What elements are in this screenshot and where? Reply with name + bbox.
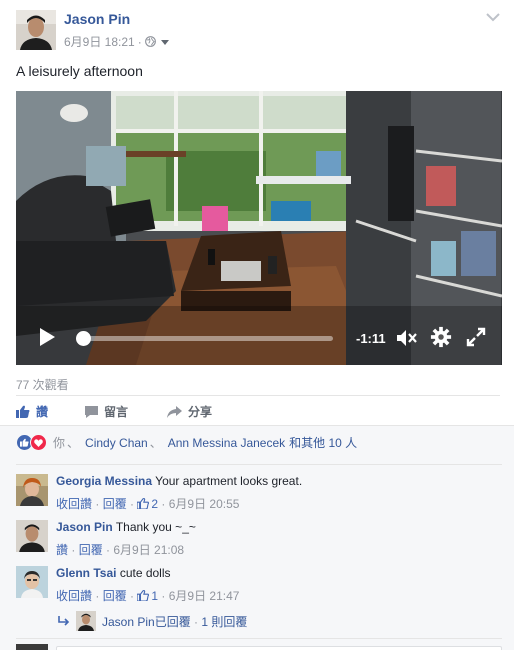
comment-body: Georgia Messina Your apartment looks gre… [56, 474, 302, 488]
reactions-summary[interactable]: 你 、 Cindy Chan 、 Ann Messina Janecek 和其他… [16, 434, 357, 451]
comment-text: Thank you ~_~ [115, 520, 196, 534]
post-text: A leisurely afternoon [16, 63, 143, 79]
reactor-separator: 、 [149, 436, 162, 450]
globe-icon[interactable] [144, 36, 156, 47]
reply-link[interactable]: 回覆 [103, 495, 127, 512]
avatar[interactable] [16, 566, 48, 598]
comment-time[interactable]: 6月9日 20:55 [169, 495, 240, 512]
chevron-down-icon[interactable] [486, 12, 500, 22]
comment-like-count[interactable]: 1 [137, 589, 158, 603]
like-label: 讚 [36, 405, 49, 419]
post-meta: 6月9日 18:21 · [64, 33, 169, 50]
comment-author[interactable]: Jason Pin [56, 520, 113, 534]
mute-icon[interactable] [396, 328, 418, 348]
comment-time[interactable]: 6月9日 21:08 [113, 541, 184, 558]
comment-input[interactable] [56, 646, 502, 650]
comment-text: Your apartment looks great. [155, 474, 303, 488]
reactor-name[interactable]: Ann Messina Janecek [168, 436, 285, 450]
reply-action: 已回覆 [154, 614, 191, 629]
action-bar: 讚 留言 分享 [16, 395, 500, 425]
meta-separator: · [137, 34, 142, 49]
video-controls: -1:11 [16, 311, 502, 365]
comment-composer[interactable] [16, 644, 502, 650]
avatar [16, 644, 48, 650]
share-icon [167, 405, 182, 418]
reply-link[interactable]: 回覆 [79, 541, 103, 558]
like-count: 1 [151, 588, 159, 603]
comment-author[interactable]: Georgia Messina [56, 474, 152, 488]
comment-body: Glenn Tsai cute dolls [56, 566, 171, 580]
comment-body: Jason Pin Thank you ~_~ [56, 520, 196, 534]
time-remaining: -1:11 [356, 331, 386, 346]
comment-meta: 讚 · 回覆 · 6月9日 21:08 [56, 541, 185, 558]
share-label: 分享 [188, 405, 213, 419]
reactor-you: 你 [53, 436, 66, 450]
comment-text: cute dolls [119, 566, 171, 580]
like-link[interactable]: 讚 [56, 541, 68, 558]
reactor-others[interactable]: 和其他 10 人 [289, 434, 357, 451]
divider [16, 638, 502, 639]
share-button[interactable]: 分享 [167, 403, 212, 420]
comment-meta: 收回讚 · 回覆 · 1 · 6月9日 21:47 [56, 587, 240, 604]
thumbs-up-icon [137, 590, 150, 601]
avatar [76, 611, 96, 631]
post-timestamp[interactable]: 6月9日 18:21 [64, 33, 135, 50]
reply-count: 1 則回覆 [201, 614, 248, 629]
author-avatar[interactable] [16, 10, 56, 50]
play-icon[interactable] [38, 327, 56, 347]
video-player[interactable]: -1:11 [16, 91, 502, 365]
settings-icon[interactable] [430, 326, 452, 348]
reply-arrow-icon [58, 616, 70, 626]
comment-time[interactable]: 6月9日 21:47 [169, 587, 240, 604]
like-count: 2 [151, 496, 159, 511]
comment-meta: 收回讚 · 回覆 · 2 · 6月9日 20:55 [56, 495, 240, 512]
comment-icon [85, 405, 98, 418]
reply-link[interactable]: 回覆 [103, 587, 127, 604]
progress-bar[interactable] [78, 336, 333, 341]
author-name[interactable]: Jason Pin [64, 11, 130, 27]
love-reaction-icon [30, 434, 47, 451]
reactor-separator: 、 [67, 436, 80, 450]
privacy-dropdown-icon[interactable] [160, 39, 169, 45]
reply-author: Jason Pin [102, 614, 155, 629]
view-count: 77 次觀看 [16, 378, 69, 392]
reactor-name[interactable]: Cindy Chan [85, 436, 148, 450]
comment-author[interactable]: Glenn Tsai [56, 566, 116, 580]
reply-dot: · [190, 614, 202, 629]
unlike-link[interactable]: 收回讚 [56, 587, 92, 604]
comment-label: 留言 [104, 405, 129, 419]
unlike-link[interactable]: 收回讚 [56, 495, 92, 512]
view-replies-link[interactable]: Jason Pin已回覆 · 1 則回覆 [58, 611, 247, 631]
progress-handle[interactable] [75, 331, 91, 346]
thumbs-up-icon [16, 405, 30, 418]
thumbs-up-icon [137, 498, 150, 509]
fullscreen-icon[interactable] [466, 327, 486, 347]
comment-like-count[interactable]: 2 [137, 497, 158, 511]
like-button[interactable]: 讚 [16, 403, 48, 420]
divider [16, 464, 502, 465]
avatar[interactable] [16, 474, 48, 506]
comments-section: 你 、 Cindy Chan 、 Ann Messina Janecek 和其他… [0, 425, 514, 650]
avatar[interactable] [16, 520, 48, 552]
comment-button[interactable]: 留言 [85, 403, 514, 420]
post-header: Jason Pin 6月9日 18:21 · [16, 10, 500, 52]
